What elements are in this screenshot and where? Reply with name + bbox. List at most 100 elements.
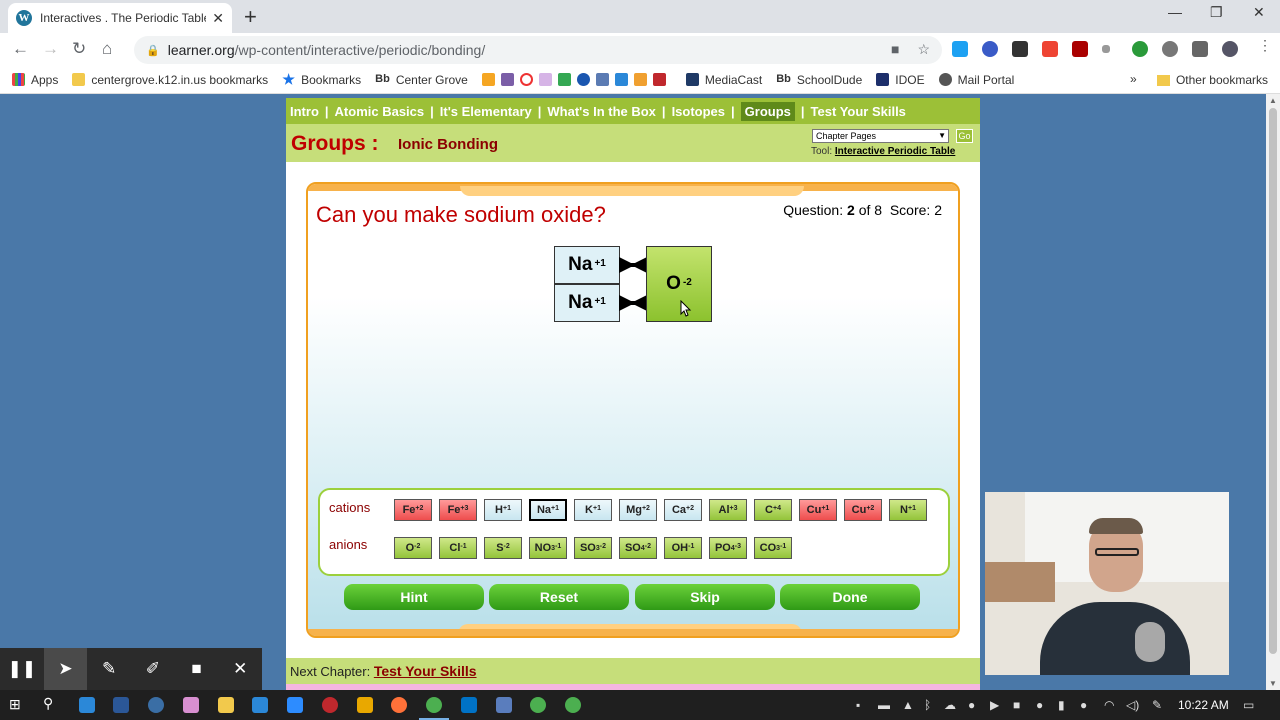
skip-button[interactable]: Skip bbox=[635, 584, 775, 610]
firefox-icon[interactable] bbox=[391, 697, 407, 713]
volume-icon[interactable]: ◁) bbox=[1126, 698, 1139, 712]
camera-blocked-icon[interactable]: ■ bbox=[891, 41, 899, 58]
ion-chip[interactable]: PO 4 -3 bbox=[709, 537, 747, 559]
sync-extension-icon[interactable] bbox=[1162, 41, 1178, 57]
taskbar-app-icon[interactable] bbox=[357, 697, 373, 713]
workspace-cation-tile[interactable]: Na +1 bbox=[554, 246, 620, 284]
tray-chrome-icon[interactable]: ● bbox=[1036, 698, 1043, 712]
pointer-icon[interactable]: ➤ bbox=[43, 648, 88, 690]
workspace-cation-tile[interactable]: Na +1 bbox=[554, 284, 620, 322]
home-icon[interactable]: ⌂ bbox=[102, 39, 112, 59]
pen-tray-icon[interactable]: ✎ bbox=[1152, 698, 1162, 712]
bluetooth-icon[interactable]: ᛒ bbox=[924, 698, 931, 712]
ublock-extension-icon[interactable] bbox=[1072, 41, 1088, 57]
file-explorer-icon[interactable] bbox=[218, 697, 234, 713]
tray-folder-icon[interactable]: ▬ bbox=[878, 698, 890, 712]
page-scrollbar[interactable]: ▲ ▼ bbox=[1266, 94, 1280, 690]
bookmark-icons-group[interactable] bbox=[481, 73, 672, 86]
tray-outlook-icon[interactable]: ■ bbox=[1013, 698, 1020, 712]
minimize-button[interactable]: — bbox=[1168, 4, 1182, 20]
browser-tab[interactable]: W Interactives . The Periodic Table . ✕ bbox=[8, 3, 232, 33]
bookmark-star-icon[interactable]: ☆ bbox=[917, 41, 930, 58]
nav-its-elementary[interactable]: It's Elementary bbox=[440, 104, 532, 119]
ion-chip[interactable]: O -2 bbox=[394, 537, 432, 559]
ion-chip[interactable]: C +4 bbox=[754, 499, 792, 521]
bookmark-icon[interactable] bbox=[576, 73, 590, 86]
back-icon[interactable]: ← bbox=[12, 39, 29, 59]
scrollbar-thumb[interactable] bbox=[1269, 108, 1277, 654]
bookmark-bookmarks[interactable]: Bookmarks bbox=[282, 73, 361, 87]
chrome-icon[interactable] bbox=[530, 697, 546, 713]
tray-camera-icon[interactable]: ▪ bbox=[856, 698, 860, 712]
ion-chip[interactable]: SO 3 -2 bbox=[574, 537, 612, 559]
ion-chip[interactable]: Cu +2 bbox=[844, 499, 882, 521]
bookmark-mediacast[interactable]: MediaCast bbox=[685, 73, 762, 87]
taskbar-app-icon[interactable] bbox=[496, 697, 512, 713]
close-tab-icon[interactable]: ✕ bbox=[212, 10, 224, 27]
bookmark-centergrove[interactable]: centergrove.k12.in.us bookmarks bbox=[72, 73, 268, 87]
done-button[interactable]: Done bbox=[780, 584, 920, 610]
search-icon[interactable]: ⚲ bbox=[43, 695, 59, 711]
taskbar-app-icon[interactable] bbox=[148, 697, 164, 713]
reset-button[interactable]: Reset bbox=[489, 584, 629, 610]
nav-whats-in-the-box[interactable]: What's In the Box bbox=[547, 104, 656, 119]
bookmark-icon[interactable] bbox=[538, 73, 552, 86]
taskbar-app-icon[interactable] bbox=[79, 697, 95, 713]
ion-chip[interactable]: CO 3 -1 bbox=[754, 537, 792, 559]
webcam-overlay[interactable] bbox=[985, 492, 1229, 675]
taskbar-app-icon[interactable] bbox=[252, 697, 268, 713]
nav-atomic-basics[interactable]: Atomic Basics bbox=[335, 104, 425, 119]
screencastify-extension-icon[interactable] bbox=[1042, 41, 1058, 57]
tray-app-icon[interactable]: ▶ bbox=[990, 698, 999, 712]
bookmark-mail-portal[interactable]: Mail Portal bbox=[938, 73, 1014, 87]
ion-chip[interactable]: Cl -1 bbox=[439, 537, 477, 559]
taskbar-app-icon[interactable] bbox=[183, 697, 199, 713]
nav-intro[interactable]: Intro bbox=[290, 104, 319, 119]
usb-icon[interactable]: ▮ bbox=[1058, 698, 1065, 712]
bookmark-icon[interactable] bbox=[614, 73, 628, 86]
ion-chip[interactable]: K +1 bbox=[574, 499, 612, 521]
grammar-extension-icon[interactable] bbox=[1132, 41, 1148, 57]
ion-chip[interactable]: Cu +1 bbox=[799, 499, 837, 521]
periodic-table-link[interactable]: Interactive Periodic Table bbox=[835, 146, 955, 157]
chapter-pages-select[interactable]: Chapter Pages ▼ bbox=[812, 129, 949, 143]
outlook-icon[interactable] bbox=[461, 697, 477, 713]
hint-button[interactable]: Hint bbox=[344, 584, 484, 610]
wifi-icon[interactable]: ◠ bbox=[1104, 698, 1114, 712]
highlighter-icon[interactable]: ✐ bbox=[131, 648, 175, 690]
forward-icon[interactable]: → bbox=[42, 39, 59, 59]
nav-groups[interactable]: Groups bbox=[740, 101, 795, 121]
menu-dots-icon[interactable]: ⋮ bbox=[1258, 37, 1274, 53]
word-icon[interactable] bbox=[113, 697, 129, 713]
address-bar[interactable]: 🔒 learner.org/wp-content/interactive/per… bbox=[134, 36, 942, 64]
close-icon[interactable]: ✕ bbox=[218, 648, 262, 690]
twitter-extension-icon[interactable] bbox=[952, 41, 968, 57]
ion-chip[interactable]: H +1 bbox=[484, 499, 522, 521]
pause-icon[interactable]: ❚❚ bbox=[0, 648, 44, 690]
ion-chip[interactable]: OH -1 bbox=[664, 537, 702, 559]
bookmark-icon[interactable] bbox=[519, 73, 533, 86]
camera-icon[interactable]: ■ bbox=[175, 648, 219, 690]
extensions-puzzle-icon[interactable] bbox=[1192, 41, 1208, 57]
go-button[interactable]: Go bbox=[956, 129, 973, 143]
ion-chip[interactable]: N +1 bbox=[889, 499, 927, 521]
chrome-icon[interactable] bbox=[565, 697, 581, 713]
next-chapter-link[interactable]: Test Your Skills bbox=[374, 663, 477, 679]
bookmark-idoe[interactable]: IDOE bbox=[876, 73, 925, 87]
taskbar-app-icon[interactable] bbox=[322, 697, 338, 713]
close-window-button[interactable]: ✕ bbox=[1253, 4, 1265, 21]
restore-button[interactable]: ❐ bbox=[1210, 4, 1223, 21]
windows-start-icon[interactable]: ⊞ bbox=[9, 696, 25, 712]
nav-test-your-skills[interactable]: Test Your Skills bbox=[811, 104, 906, 119]
bookmark-icon[interactable] bbox=[500, 73, 514, 86]
ion-chip[interactable]: SO 4 -2 bbox=[619, 537, 657, 559]
taskbar-clock[interactable]: 10:22 AM bbox=[1178, 698, 1229, 712]
nav-isotopes[interactable]: Isotopes bbox=[672, 104, 725, 119]
other-bookmarks[interactable]: Other bookmarks bbox=[1156, 73, 1268, 87]
qr-extension-icon[interactable] bbox=[1012, 41, 1028, 57]
tray-app-icon[interactable]: ● bbox=[968, 698, 975, 712]
bookmark-icon[interactable] bbox=[481, 73, 495, 86]
zoom-icon[interactable] bbox=[287, 697, 303, 713]
ion-chip[interactable]: NO 3 -1 bbox=[529, 537, 567, 559]
pin-extension-icon[interactable] bbox=[1102, 45, 1110, 53]
